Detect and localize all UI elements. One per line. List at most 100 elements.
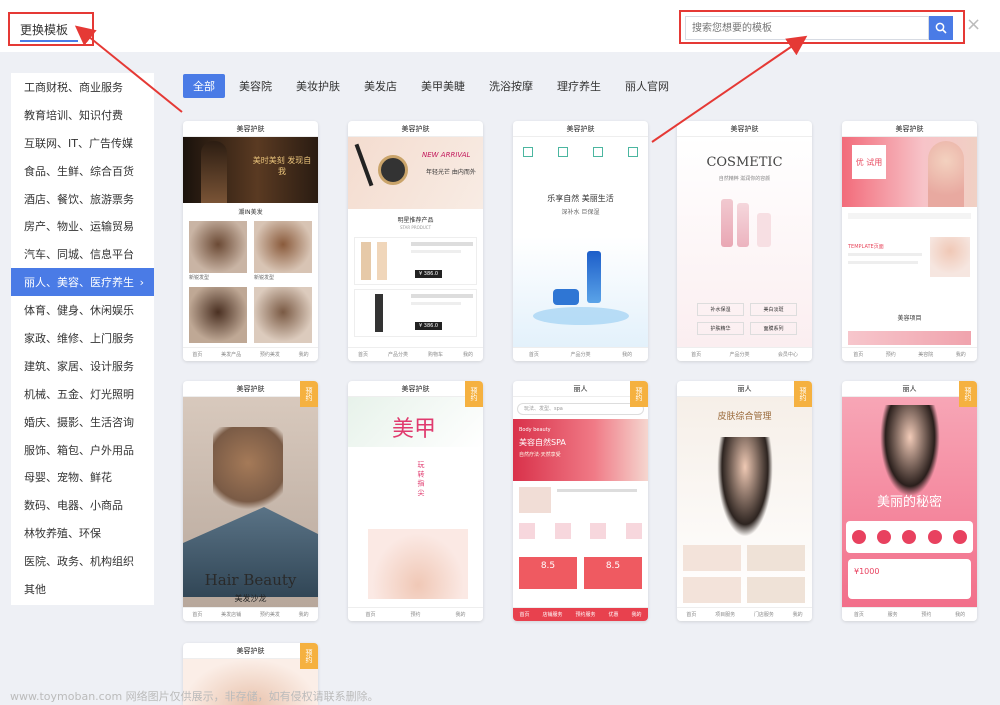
tab-5[interactable]: 洗浴按摩 [479, 74, 543, 98]
sidebar-category-item[interactable]: 汽车、同城、信息平台 [11, 240, 154, 268]
banner-sub: 自然疗法·天然享受 [519, 452, 561, 458]
tabbar-item: 首页 [357, 352, 368, 358]
hair-photo [254, 221, 312, 273]
slogan-text: 乐享自然 美丽生活 [547, 194, 614, 203]
tabbar-item: 优惠 [608, 612, 619, 618]
sidebar-category-label: 林牧养殖、环保 [24, 527, 101, 541]
card-title: 丽人 [677, 381, 812, 397]
sidebar-category-item[interactable]: 互联网、IT、广告传媒 [11, 129, 154, 157]
search-input[interactable] [685, 16, 929, 40]
slogan-sub: 深补水 巨保湿 [561, 209, 600, 216]
sidebar-category-label: 服饰、箱包、户外用品 [24, 443, 134, 457]
sidebar-category-item[interactable]: 医院、政务、机构组织 [11, 547, 154, 575]
sidebar-category-label: 婚庆、摄影、生活咨询 [24, 415, 134, 429]
product-image [375, 294, 383, 332]
service-icon [927, 530, 942, 544]
tabbar-item: 产品分类 [387, 352, 408, 358]
brand-subtitle: 自然精粹 滋润你的容颜 [718, 176, 771, 182]
template-card-7[interactable]: 美容护肤 美甲 玩 转 指 尖 预约 首页 预约 我的 [348, 381, 483, 621]
text-line [848, 253, 922, 256]
hair-banner: 美时美刻 发现自我 [183, 137, 318, 203]
search-highlight-box [679, 10, 965, 44]
template-card-3[interactable]: 美容护肤 乐享自然 美丽生活 深补水 巨保湿 首页 产品分类 我的 [513, 121, 648, 361]
tab-0[interactable]: 全部 [183, 74, 225, 98]
service-icon [953, 530, 968, 544]
tabbar-item: 首页 [192, 612, 203, 618]
brush [354, 143, 374, 187]
card-preview: 美丽的秘密 ¥1000 [842, 397, 977, 607]
sidebar-category-item[interactable]: 林牧养殖、环保 [11, 519, 154, 547]
headline-text: Hair Beauty [204, 571, 297, 589]
template-card-5[interactable]: 美容护肤 优 试用 TEMPLATE页面 美容项目 首页 预约 美容院 我的 [842, 121, 977, 361]
sidebar-category-label: 体育、健身、休闲娱乐 [24, 304, 134, 318]
sidebar-category-item[interactable]: 工商财税、商业服务 [11, 73, 154, 101]
price-tag: ¥ 386.0 [415, 322, 443, 330]
sidebar-category-item[interactable]: 母婴、宠物、鲜花 [11, 463, 154, 491]
card-preview: NEW ARRIVAL 年轻光芒 由内而外 明星推荐产品 STAR PRODUC… [348, 137, 483, 347]
model-figure [928, 141, 964, 207]
sidebar-category-label: 家政、维修、上门服务 [24, 331, 134, 345]
tab-4[interactable]: 美甲美睫 [411, 74, 475, 98]
model-portrait [717, 437, 773, 537]
sidebar-category-item[interactable]: 教育培训、知识付费 [11, 101, 154, 129]
reserve-corner-badge: 预约 [630, 381, 648, 407]
card-preview: 皮肤综合管理 [677, 397, 812, 607]
sidebar-category-item[interactable]: 机械、五金、灯光照明 [11, 380, 154, 408]
template-card-8[interactable]: 丽人 玩法、发型、spa Body beauty 美容自然SPA 自然疗法·天然… [513, 381, 648, 621]
tabbar-item: 首页 [519, 612, 530, 618]
tabbar-item: 我的 [631, 612, 642, 618]
pink-bottle [757, 213, 771, 247]
sidebar-category-item[interactable]: 房产、物业、运输贸易 [11, 212, 154, 240]
product-image [377, 242, 387, 280]
tabbar-item: 项目服务 [715, 612, 736, 618]
card-title: 美容护肤 [183, 381, 318, 397]
card-tabbar: 首页 店铺服务 预约服务 优惠 我的 [513, 607, 648, 621]
sidebar-category-item[interactable]: 婚庆、摄影、生活咨询 [11, 408, 154, 436]
category-tabs: 全部 美容院 美妆护肤 美发店 美甲美睫 洗浴按摩 理疗养生 丽人官网 [183, 74, 683, 98]
sidebar-category-item[interactable]: 体育、健身、休闲娱乐 [11, 296, 154, 324]
tabbar-item: 首页 [691, 352, 702, 358]
sidebar-category-item[interactable]: 酒店、餐饮、旅游票务 [11, 185, 154, 213]
sidebar-category-label: 建筑、家居、设计服务 [24, 359, 134, 373]
template-card-1[interactable]: 美容护肤 美时美刻 发现自我 潮IN美发 新锐发型 新锐发型 首页 美发产品 预约美… [183, 121, 318, 361]
service-icon [519, 523, 535, 539]
tab-1[interactable]: 美容院 [229, 74, 282, 98]
close-icon[interactable]: × [966, 14, 981, 35]
brand-text: COSMETIC [706, 155, 783, 170]
search-icon [935, 22, 947, 34]
template-card-10[interactable]: 丽人 美丽的秘密 ¥1000 预约 首页 服务 预约 我的 [842, 381, 977, 621]
tab-7[interactable]: 丽人官网 [615, 74, 679, 98]
template-card-2[interactable]: 美容护肤 NEW ARRIVAL 年轻光芒 由内而外 明星推荐产品 STAR P… [348, 121, 483, 361]
sidebar-category-item[interactable]: 食品、生鲜、综合百货 [11, 157, 154, 185]
category-icon [628, 147, 638, 157]
sidebar-category-item[interactable]: 其他 [11, 575, 154, 603]
search-button[interactable] [929, 16, 953, 40]
sidebar-category-item[interactable]: 丽人、美容、医疗养生 › [11, 268, 154, 297]
headline-text: 皮肤综合管理 [717, 412, 772, 422]
nail-hands [368, 529, 468, 599]
watermark-text: www.toymoban.com 网络图片仅供展示，非存储，如有侵权请联系删除。 [10, 690, 379, 703]
tab-2[interactable]: 美妆护肤 [286, 74, 350, 98]
sidebar-category-item[interactable]: 服饰、箱包、户外用品 [11, 436, 154, 464]
tab-6[interactable]: 理疗养生 [547, 74, 611, 98]
product-row: ¥ 386.0 [354, 289, 477, 337]
service-card [747, 545, 805, 571]
template-card-4[interactable]: 美容护肤 COSMETIC 自然精粹 滋润你的容颜 补水保湿 美白淡斑 护肤精华… [677, 121, 812, 361]
template-card-6[interactable]: 美容护肤 Hair Beauty 美发沙龙 预约 首页 美发店铺 预约美发 我的 [183, 381, 318, 621]
coupon: 8.5 [519, 557, 577, 589]
product-text [411, 294, 473, 298]
section-title: 潮IN美发 [238, 209, 263, 216]
tab-3[interactable]: 美发店 [354, 74, 407, 98]
sidebar-category-item[interactable]: 家政、维修、上门服务 [11, 324, 154, 352]
sidebar-category-item[interactable]: 建筑、家居、设计服务 [11, 352, 154, 380]
banner-en: Body beauty [519, 427, 551, 433]
tabbar-item: 我的 [298, 612, 309, 618]
template-card-9[interactable]: 丽人 皮肤综合管理 预约 首页 项目服务 门店服务 我的 [677, 381, 812, 621]
card-tabbar: 首页 项目服务 门店服务 我的 [677, 607, 812, 621]
trial-badge: 优 试用 [852, 145, 886, 179]
tabbar-item: 产品分类 [570, 352, 591, 358]
sidebar-category-item[interactable]: 数码、电器、小商品 [11, 491, 154, 519]
tabbar-item: 首页 [853, 612, 864, 618]
change-template-button[interactable]: 更换模板 [8, 12, 94, 46]
mini-search: 玩法、发型、spa [517, 403, 644, 415]
